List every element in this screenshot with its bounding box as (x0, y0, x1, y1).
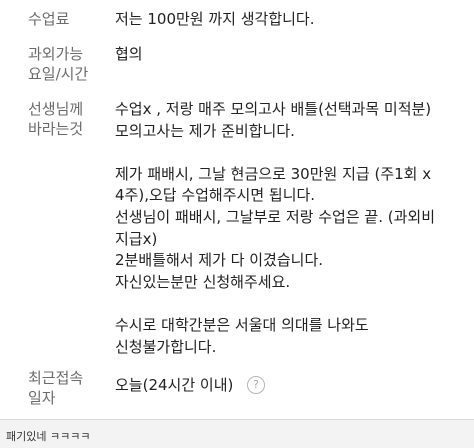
available-days-label: 과외가능 요일/시간 (28, 45, 89, 83)
request-to-teacher-label: 선생님께 바라는것 (28, 100, 84, 138)
comment-text: 패기있네 ㅋㅋㅋㅋ (6, 430, 91, 443)
tutor-request-card: 수업료 저는 100만원 까지 생각합니다. 과외가능 요일/시간 협의 선생님… (0, 0, 474, 418)
last-access-value: 오늘(24시간 이내) (115, 376, 234, 394)
request-to-teacher-value: 수업x , 저랑 매주 모의고사 배틀(선택과목 미적분) 모의고사는 제가 준… (115, 100, 435, 356)
fee-value: 저는 100만원 까지 생각합니다. (115, 10, 315, 28)
available-days-value: 협의 (115, 45, 143, 63)
last-access-label: 최근접속 일자 (28, 369, 84, 407)
fee-label: 수업료 (28, 10, 70, 28)
comment-footer: 패기있네 ㅋㅋㅋㅋ (0, 420, 474, 448)
question-circle-icon[interactable]: ? (247, 376, 265, 394)
